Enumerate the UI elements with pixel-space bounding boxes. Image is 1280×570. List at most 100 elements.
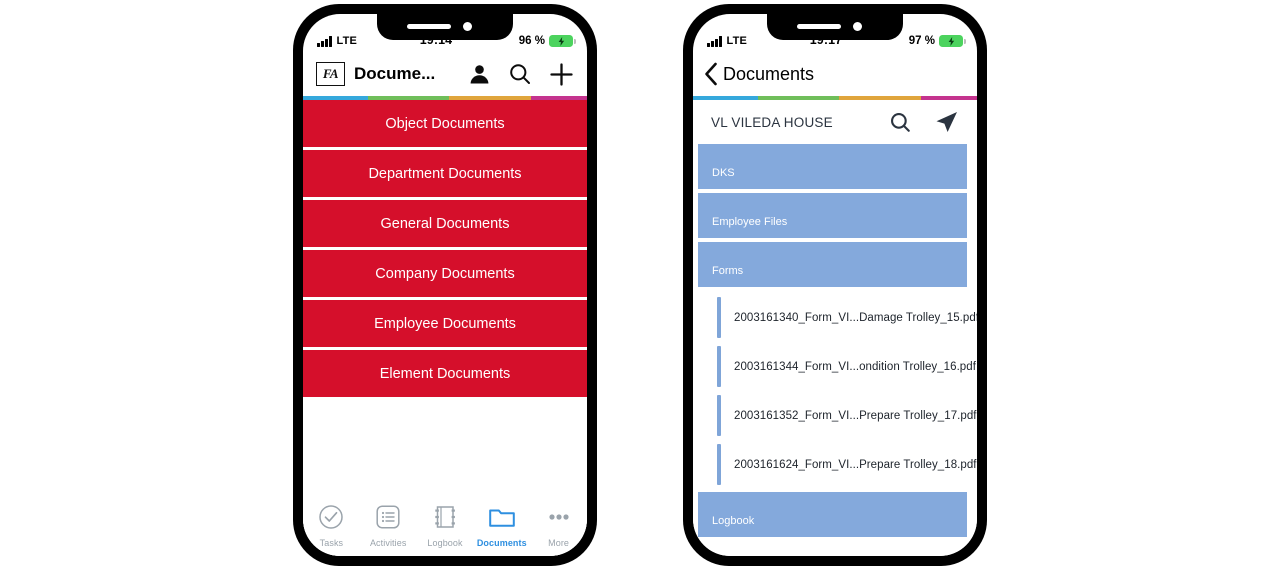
- list-item[interactable]: Employee Documents: [303, 300, 587, 347]
- chevron-left-icon[interactable]: [703, 61, 720, 87]
- file-accent-bar: [717, 444, 721, 485]
- front-camera-dot: [463, 22, 472, 31]
- bolt-glyph: [948, 36, 954, 46]
- folder-row[interactable]: Logbook: [698, 492, 967, 537]
- battery-charging-icon: [549, 35, 576, 47]
- person-icon[interactable]: [468, 63, 491, 86]
- folder-label: DKS: [712, 167, 735, 179]
- ellipsis-icon: [546, 504, 572, 535]
- rainbow-seg-orange: [839, 96, 921, 100]
- list-item-label: Department Documents: [368, 165, 522, 182]
- list-item[interactable]: Company Documents: [303, 250, 587, 297]
- folder-label: Employee Files: [712, 216, 788, 228]
- file-name: 2003161352_Form_VI...Prepare Trolley_17.…: [734, 409, 977, 422]
- book-icon: [432, 504, 458, 535]
- phone-right-screen: LTE 19:17 97 % Documents VL VILEDA HOUSE…: [693, 14, 977, 556]
- list-item[interactable]: General Documents: [303, 200, 587, 247]
- phone-left-screen: LTE 19:14 96 % FA Docume... Object Docum…: [303, 14, 587, 556]
- tab-logbook[interactable]: Logbook: [417, 504, 474, 548]
- tab-label: More: [548, 538, 570, 548]
- carrier-label: LTE: [726, 35, 748, 47]
- nav-bar-left: FA Docume...: [303, 52, 587, 96]
- list-item[interactable]: Element Documents: [303, 350, 587, 397]
- notch: [767, 14, 903, 40]
- tab-label: Documents: [476, 538, 527, 548]
- nav-bar-right: Documents: [693, 52, 977, 96]
- rainbow-seg-green: [757, 96, 840, 100]
- folder-icon: [488, 504, 516, 535]
- tab-tasks[interactable]: Tasks: [303, 504, 360, 548]
- list-item-label: General Documents: [380, 215, 510, 232]
- rainbow-seg-orange: [449, 96, 531, 100]
- current-location-label: VL VILEDA HOUSE: [711, 114, 833, 130]
- list-item-label: Company Documents: [375, 265, 515, 282]
- rainbow-seg-green: [367, 96, 450, 100]
- search-icon[interactable]: [508, 62, 532, 86]
- phone-right: LTE 19:17 97 % Documents VL VILEDA HOUSE…: [683, 4, 987, 566]
- tab-more[interactable]: More: [530, 504, 587, 548]
- file-list: 2003161340_Form_VI...Damage Trolley_15.p…: [693, 291, 977, 489]
- tab-label: Logbook: [427, 538, 463, 548]
- rainbow-seg-magenta: [530, 96, 587, 100]
- speaker-slit: [407, 24, 451, 29]
- signal-bars-icon: [317, 36, 332, 47]
- folder-label: Forms: [712, 265, 744, 277]
- rainbow-divider-left: [303, 96, 587, 100]
- battery-percent-label: 96 %: [518, 35, 545, 47]
- list-item[interactable]: Department Documents: [303, 150, 587, 197]
- list-item-label: Element Documents: [379, 365, 511, 382]
- notch: [377, 14, 513, 40]
- tab-label: Tasks: [319, 538, 344, 548]
- documents-category-list: Object Documents Department Documents Ge…: [303, 100, 587, 397]
- folder-row[interactable]: Employee Files: [698, 193, 967, 238]
- file-row[interactable]: 2003161352_Form_VI...Prepare Trolley_17.…: [693, 391, 977, 440]
- bottom-tab-bar: Tasks Activities Logbook Documents More: [303, 498, 587, 556]
- folder-row[interactable]: DKS: [698, 144, 967, 189]
- check-circle-icon: [318, 504, 344, 535]
- search-icon[interactable]: [889, 111, 912, 134]
- send-arrow-icon[interactable]: [934, 110, 959, 135]
- front-camera-dot: [853, 22, 862, 31]
- list-item[interactable]: Object Documents: [303, 100, 587, 147]
- file-row[interactable]: 2003161344_Form_VI...ondition Trolley_16…: [693, 342, 977, 391]
- battery-charging-icon: [939, 35, 966, 47]
- tab-documents[interactable]: Documents: [473, 504, 530, 548]
- file-name: 2003161340_Form_VI...Damage Trolley_15.p…: [734, 311, 977, 324]
- folder-label: Logbook: [712, 515, 755, 527]
- bolt-glyph: [558, 36, 564, 46]
- file-name: 2003161344_Form_VI...ondition Trolley_16…: [734, 360, 976, 373]
- list-item-label: Object Documents: [385, 115, 505, 132]
- folder-row[interactable]: Forms: [698, 242, 967, 287]
- phone-left: LTE 19:14 96 % FA Docume... Object Docum…: [293, 4, 597, 566]
- rainbow-seg-blue: [303, 96, 368, 100]
- list-item-label: Employee Documents: [374, 315, 516, 332]
- battery-percent-label: 97 %: [908, 35, 935, 47]
- content-right: VL VILEDA HOUSE DKS Employee Files Forms…: [693, 100, 977, 556]
- file-row[interactable]: 2003161624_Form_VI...Prepare Trolley_18.…: [693, 440, 977, 489]
- folder-list: DKS Employee Files Forms: [693, 144, 977, 287]
- status-left-group: LTE: [707, 35, 769, 47]
- file-accent-bar: [717, 297, 721, 338]
- screenshot-canvas: LTE 19:14 96 % FA Docume... Object Docum…: [0, 0, 1280, 570]
- file-row[interactable]: 2003161340_Form_VI...Damage Trolley_15.p…: [693, 293, 977, 342]
- list-icon: [375, 504, 401, 535]
- carrier-label: LTE: [336, 35, 358, 47]
- fa-logo-icon[interactable]: FA: [316, 62, 345, 86]
- plus-icon[interactable]: [549, 62, 574, 87]
- page-title: Docume...: [354, 64, 436, 83]
- rainbow-seg-blue: [693, 96, 758, 100]
- rainbow-seg-magenta: [920, 96, 977, 100]
- content-left: Object Documents Department Documents Ge…: [303, 100, 587, 556]
- tab-activities[interactable]: Activities: [360, 504, 417, 548]
- file-accent-bar: [717, 346, 721, 387]
- folder-list-bottom: Logbook: [693, 489, 977, 537]
- signal-bars-icon: [707, 36, 722, 47]
- tab-label: Activities: [369, 538, 407, 548]
- file-name: 2003161624_Form_VI...Prepare Trolley_18.…: [734, 458, 977, 471]
- speaker-slit: [797, 24, 841, 29]
- page-title: Documents: [723, 63, 815, 84]
- rainbow-divider-right: [693, 96, 977, 100]
- status-left-group: LTE: [317, 35, 379, 47]
- file-accent-bar: [717, 395, 721, 436]
- breadcrumb-search-row: VL VILEDA HOUSE: [693, 100, 977, 144]
